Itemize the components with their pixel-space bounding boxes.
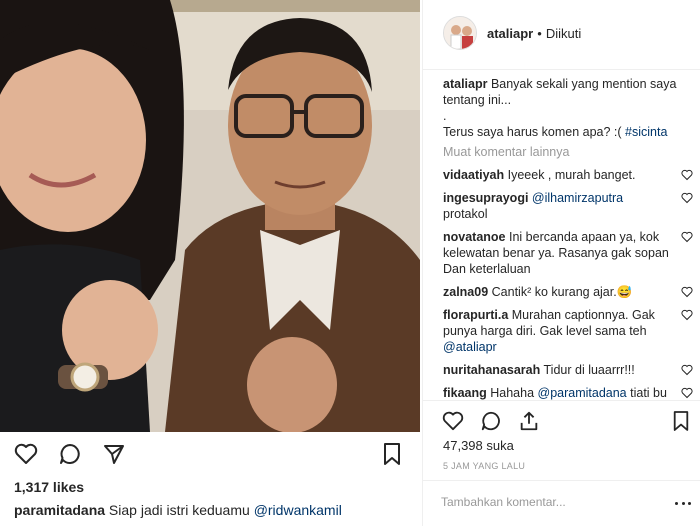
- comment: vidaatiyah Iyeeek , murah banget.: [423, 167, 700, 183]
- share-icon[interactable]: [517, 409, 541, 433]
- caption-line2: .: [443, 109, 447, 123]
- header-dot: •: [537, 26, 542, 41]
- bookmark-icon[interactable]: [669, 409, 693, 433]
- heart-icon[interactable]: [681, 192, 693, 204]
- comments-list[interactable]: ataliapr Banyak sekali yang mention saya…: [423, 76, 700, 400]
- header-info: ataliapr • Diikuti: [487, 26, 581, 41]
- post-photo-illustration: [0, 0, 420, 432]
- comment: fikaang Hahaha @paramitadana tiati bu bi…: [423, 385, 700, 400]
- comment-text: Cantik² ko kurang ajar.: [488, 285, 617, 299]
- bookmark-icon[interactable]: [378, 440, 406, 468]
- post-actions-right: [423, 400, 700, 433]
- comment-username[interactable]: nuritahanasarah: [443, 363, 540, 377]
- caption-line3: Terus saya harus komen apa? :(: [443, 125, 626, 139]
- avatar[interactable]: [443, 16, 477, 50]
- heart-icon[interactable]: [681, 169, 693, 181]
- caption-mention[interactable]: @ridwankamil: [254, 502, 342, 518]
- caption-text: Siap jadi istri keduamu: [105, 502, 254, 518]
- heart-icon[interactable]: [681, 387, 693, 399]
- comment-input[interactable]: [441, 495, 671, 509]
- heart-icon[interactable]: [681, 231, 693, 243]
- load-more-comments[interactable]: Muat komentar lainnya: [423, 144, 700, 160]
- caption-username[interactable]: paramitadana: [14, 502, 105, 518]
- header-username[interactable]: ataliapr: [487, 26, 533, 41]
- comment: ingesuprayogi @ilhamirzaputra protakol: [423, 190, 700, 222]
- post-timestamp[interactable]: 5 JAM YANG LALU: [443, 461, 525, 471]
- heart-icon[interactable]: [12, 440, 40, 468]
- post-caption-right: ataliapr Banyak sekali yang mention saya…: [423, 76, 700, 140]
- comment-emoji: 😅: [616, 285, 633, 299]
- heart-icon[interactable]: [681, 309, 693, 321]
- comment: florapurti.a Murahan captionnya. Gak pun…: [423, 307, 700, 355]
- share-icon[interactable]: [100, 440, 128, 468]
- comment: nuritahanasarah Tidur di luaarrr!!!: [423, 362, 700, 378]
- likes-count[interactable]: 47,398 suka: [443, 438, 514, 453]
- comment-username[interactable]: vidaatiyah: [443, 168, 504, 182]
- comment: novatanoe Ini bercanda apaan ya, kok kel…: [423, 229, 700, 277]
- post-photo[interactable]: [0, 0, 420, 432]
- comment-username[interactable]: zalna09: [443, 285, 488, 299]
- options-icon[interactable]: [675, 497, 691, 509]
- add-comment-bar: [423, 480, 700, 526]
- comment-username[interactable]: ingesuprayogi: [443, 191, 528, 205]
- comment-mention[interactable]: @ilhamirzaputra: [528, 191, 623, 205]
- comment-text: protakol: [443, 207, 488, 221]
- comment-username[interactable]: florapurti.a: [443, 308, 508, 322]
- comment-text: Iyeeek , murah banget.: [504, 168, 636, 182]
- comment-mention[interactable]: @paramitadana: [538, 386, 627, 400]
- caption-hashtag[interactable]: #sicinta: [625, 125, 667, 139]
- comment-icon[interactable]: [56, 440, 84, 468]
- likes-count[interactable]: 1,317 likes: [14, 479, 84, 495]
- comment-username[interactable]: novatanoe: [443, 230, 506, 244]
- left-post: 1,317 likes paramitadana Siap jadi istri…: [0, 0, 420, 526]
- post-actions: [12, 440, 128, 468]
- comment-icon[interactable]: [479, 409, 503, 433]
- follow-status[interactable]: Diikuti: [546, 26, 581, 41]
- post-caption: paramitadana Siap jadi istri keduamu @ri…: [14, 502, 342, 518]
- comment-text: Hahaha: [486, 386, 538, 400]
- heart-icon[interactable]: [441, 409, 465, 433]
- caption-username[interactable]: ataliapr: [443, 77, 487, 91]
- comment-text: Tidur di luaarrr!!!: [540, 363, 635, 377]
- post-header: ataliapr • Diikuti: [423, 0, 700, 70]
- right-post-panel: ataliapr • Diikuti ataliapr Banyak sekali …: [422, 0, 700, 526]
- comment-username[interactable]: fikaang: [443, 386, 487, 400]
- heart-icon[interactable]: [681, 286, 693, 298]
- comment-mention[interactable]: @ataliapr: [443, 340, 497, 354]
- comment: zalna09 Cantik² ko kurang ajar.😅: [423, 284, 700, 300]
- heart-icon[interactable]: [681, 364, 693, 376]
